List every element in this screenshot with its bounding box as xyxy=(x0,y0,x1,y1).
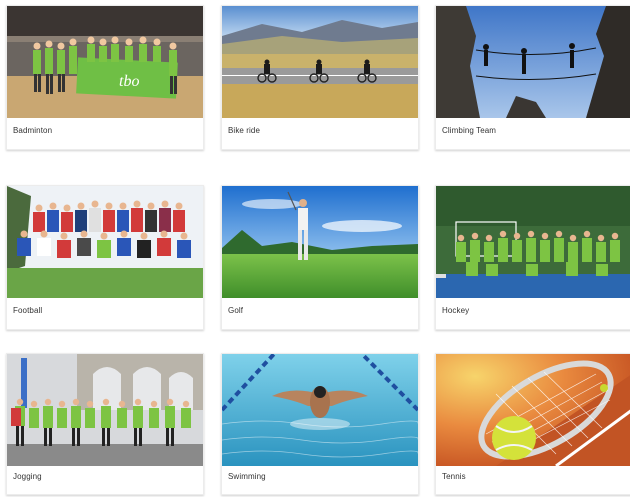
card-label: Bike ride xyxy=(228,126,261,135)
climbing-photo xyxy=(436,6,630,118)
hockey-team-photo-icon xyxy=(436,186,630,298)
card-hockey[interactable]: Hockey xyxy=(435,185,630,330)
card-label: Climbing Team xyxy=(442,126,497,135)
swimming-photo-icon xyxy=(222,354,418,466)
card-football[interactable]: Football xyxy=(6,185,204,330)
card-label: Badminton xyxy=(13,126,53,135)
card-label: Football xyxy=(13,306,43,315)
golf-photo xyxy=(222,186,418,298)
football-photo xyxy=(7,186,203,298)
card-badminton[interactable]: tbo Badminton xyxy=(6,5,204,150)
hockey-photo xyxy=(436,186,630,298)
bike-ride-photo-icon xyxy=(222,6,418,118)
card-tennis[interactable]: Tennis xyxy=(435,353,630,495)
card-golf[interactable]: Golf xyxy=(221,185,419,330)
football-team-photo-icon xyxy=(7,186,203,298)
tennis-photo xyxy=(436,354,630,466)
jogging-photo xyxy=(7,354,203,466)
card-climbing-team[interactable]: Climbing Team xyxy=(435,5,630,150)
card-label: Swimming xyxy=(228,472,266,481)
badminton-team-photo-icon: tbo xyxy=(7,6,203,118)
card-label: Golf xyxy=(228,306,244,315)
bike-photo xyxy=(222,6,418,118)
jogging-photo-icon xyxy=(7,354,203,466)
swimming-photo xyxy=(222,354,418,466)
card-label: Tennis xyxy=(442,472,466,481)
golf-photo-icon xyxy=(222,186,418,298)
card-bike-ride[interactable]: Bike ride xyxy=(221,5,419,150)
climbing-photo-icon xyxy=(436,6,630,118)
banner-text: tbo xyxy=(119,73,139,90)
badminton-photo: tbo xyxy=(7,6,203,118)
card-label: Jogging xyxy=(13,472,42,481)
card-jogging[interactable]: Jogging xyxy=(6,353,204,495)
card-label: Hockey xyxy=(442,306,470,315)
activities-grid: tbo Badminton Bike ride Climbing Team Fo… xyxy=(0,0,630,497)
card-swimming[interactable]: Swimming xyxy=(221,353,419,495)
tennis-photo-icon xyxy=(436,354,630,466)
